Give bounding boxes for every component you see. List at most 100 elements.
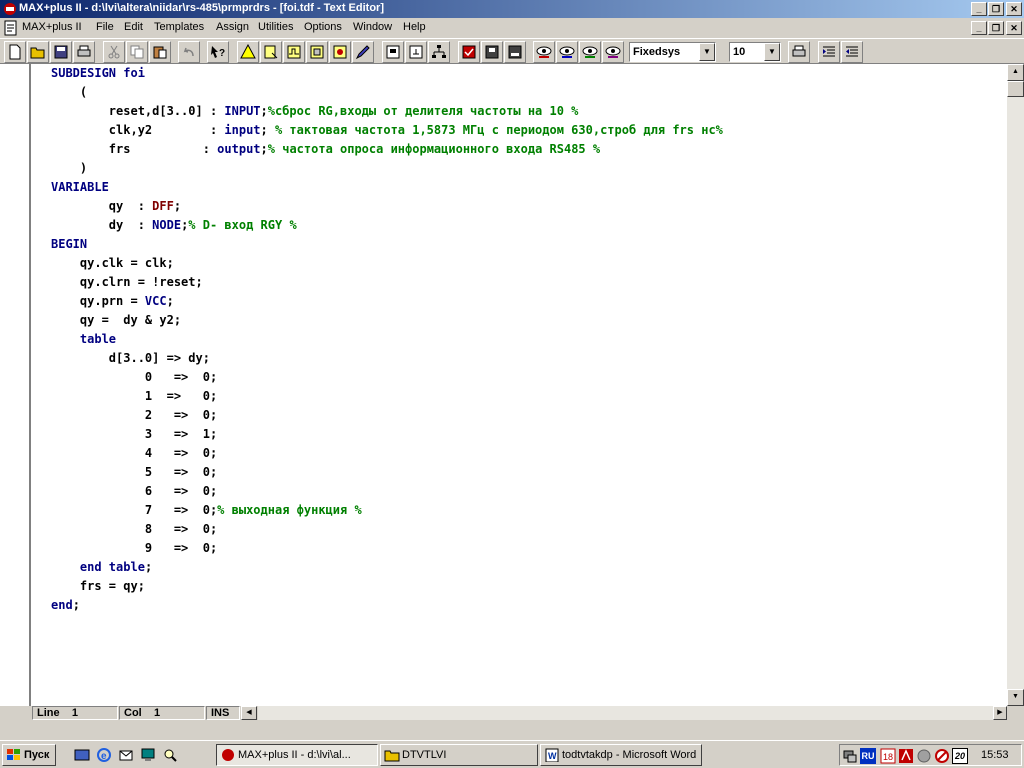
hierarchy-up-button[interactable]	[237, 41, 259, 63]
hierarchy-tree-button[interactable]	[428, 41, 450, 63]
title-bar[interactable]: MAX+plus II - d:\lvi\altera\niidar\rs-48…	[0, 0, 1024, 18]
open-file-button[interactable]	[27, 41, 49, 63]
code-line[interactable]: )	[51, 159, 723, 178]
new-file-button[interactable]	[4, 41, 26, 63]
scroll-down-icon[interactable]: ▼	[1007, 689, 1024, 706]
enter-hierarchy-button[interactable]	[405, 41, 427, 63]
hierarchy-display-button[interactable]	[382, 41, 404, 63]
save-button[interactable]	[50, 41, 72, 63]
menu-edit[interactable]: Edit	[124, 21, 143, 33]
document-menu-icon[interactable]	[3, 20, 19, 36]
calendar-icon[interactable]: 20	[952, 748, 968, 764]
scroll-right-icon[interactable]: ▶	[993, 706, 1007, 720]
font-size-select[interactable]: 10 ▼	[729, 42, 781, 62]
blocked-icon[interactable]	[934, 748, 950, 764]
programmer-button[interactable]	[602, 41, 624, 63]
doc-close-button[interactable]: ✕	[1006, 21, 1022, 35]
doc-restore-button[interactable]: ❐	[988, 21, 1004, 35]
code-line[interactable]: qy.prn = VCC;	[51, 292, 723, 311]
code-line[interactable]: 9 => 0;	[51, 539, 723, 558]
menu-app-label[interactable]: MAX+plus II	[22, 21, 82, 33]
menu-utilities[interactable]: Utilities	[258, 21, 293, 33]
show-desktop-icon[interactable]	[74, 747, 90, 763]
code-line[interactable]: SUBDESIGN foi	[51, 64, 723, 83]
language-indicator[interactable]: RU	[860, 748, 876, 764]
floorplan-button[interactable]	[329, 41, 351, 63]
code-line[interactable]: frs : output;% частота опроса информацио…	[51, 140, 723, 159]
outdent-button[interactable]	[841, 41, 863, 63]
code-line[interactable]: VARIABLE	[51, 178, 723, 197]
gray-circle-icon[interactable]	[916, 748, 932, 764]
vertical-scroll-thumb[interactable]	[1007, 81, 1024, 97]
code-line[interactable]: qy : DFF;	[51, 197, 723, 216]
waveform-button[interactable]	[283, 41, 305, 63]
copy-button[interactable]	[126, 41, 148, 63]
code-line[interactable]: end table;	[51, 558, 723, 577]
code-line[interactable]: BEGIN	[51, 235, 723, 254]
code-line[interactable]: qy = dy & y2;	[51, 311, 723, 330]
search-icon[interactable]	[162, 747, 178, 763]
vertical-scrollbar[interactable]: ▲ ▼	[1007, 64, 1024, 706]
save-compile-button[interactable]	[481, 41, 503, 63]
code-line[interactable]: table	[51, 330, 723, 349]
font-name-dropdown-icon[interactable]: ▼	[699, 43, 715, 61]
font-name-select[interactable]: Fixedsys ▼	[629, 42, 716, 62]
code-line[interactable]: d[3..0] => dy;	[51, 349, 723, 368]
horizontal-scrollbar[interactable]	[258, 706, 1007, 720]
print-button[interactable]	[73, 41, 95, 63]
internet-explorer-icon[interactable]: e	[96, 747, 112, 763]
menu-help[interactable]: Help	[403, 21, 426, 33]
code-line[interactable]: 7 => 0;% выходная функция %	[51, 501, 723, 520]
menu-window[interactable]: Window	[353, 21, 392, 33]
code-line[interactable]: 5 => 0;	[51, 463, 723, 482]
code-line[interactable]: 1 => 0;	[51, 387, 723, 406]
adobe-icon[interactable]	[898, 748, 914, 764]
menu-options[interactable]: Options	[304, 21, 342, 33]
indent-button[interactable]	[818, 41, 840, 63]
save-simulate-button[interactable]	[504, 41, 526, 63]
undo-button[interactable]	[178, 41, 200, 63]
print-preview-button[interactable]	[788, 41, 810, 63]
task-dtvtlvi[interactable]: DTVTLVI	[380, 744, 538, 766]
minimize-button[interactable]: _	[971, 2, 987, 16]
help-button[interactable]: ?	[207, 41, 229, 63]
task-maxplus[interactable]: MAX+plus II - d:\lvi\al...	[216, 744, 378, 766]
font-size-dropdown-icon[interactable]: ▼	[764, 43, 780, 61]
code-line[interactable]: clk,y2 : input; % тактовая частота 1,587…	[51, 121, 723, 140]
menu-file[interactable]: File	[96, 21, 114, 33]
code-line[interactable]: dy : NODE;% D- вход RGY %	[51, 216, 723, 235]
timing-analyzer-button[interactable]	[579, 41, 601, 63]
code-line[interactable]: 2 => 0;	[51, 406, 723, 425]
code-line[interactable]: qy.clk = clk;	[51, 254, 723, 273]
start-button[interactable]: Пуск	[2, 744, 56, 766]
save-check-button[interactable]	[458, 41, 480, 63]
code-area[interactable]: SUBDESIGN foi ( reset,d[3..0] : INPUT;%с…	[51, 64, 723, 615]
outlook-express-icon[interactable]	[118, 747, 134, 763]
close-button[interactable]: ✕	[1006, 2, 1022, 16]
code-line[interactable]: reset,d[3..0] : INPUT;%сброс RG,входы от…	[51, 102, 723, 121]
menu-templates[interactable]: Templates	[154, 21, 204, 33]
code-line[interactable]: end;	[51, 596, 723, 615]
code-line[interactable]: qy.clrn = !reset;	[51, 273, 723, 292]
monitor-icon[interactable]	[140, 747, 156, 763]
antivirus-icon[interactable]: 18	[880, 748, 896, 764]
code-line[interactable]: (	[51, 83, 723, 102]
task-word[interactable]: W todtvtakdp - Microsoft Word	[540, 744, 702, 766]
code-line[interactable]: 8 => 0;	[51, 520, 723, 539]
network-icon[interactable]	[842, 748, 858, 764]
restore-button[interactable]: ❐	[988, 2, 1004, 16]
scroll-left-icon[interactable]: ◀	[241, 706, 257, 720]
menu-assign[interactable]: Assign	[216, 21, 249, 33]
code-line[interactable]: 4 => 0;	[51, 444, 723, 463]
compiler-button[interactable]	[533, 41, 555, 63]
code-line[interactable]: 3 => 1;	[51, 425, 723, 444]
simulator-button[interactable]	[556, 41, 578, 63]
paste-button[interactable]	[149, 41, 171, 63]
open-file-2-button[interactable]	[260, 41, 282, 63]
code-line[interactable]: 0 => 0;	[51, 368, 723, 387]
code-line[interactable]: 6 => 0;	[51, 482, 723, 501]
edit-pen-button[interactable]	[352, 41, 374, 63]
code-line[interactable]: frs = qy;	[51, 577, 723, 596]
scroll-up-icon[interactable]: ▲	[1007, 64, 1024, 81]
doc-minimize-button[interactable]: _	[971, 21, 987, 35]
